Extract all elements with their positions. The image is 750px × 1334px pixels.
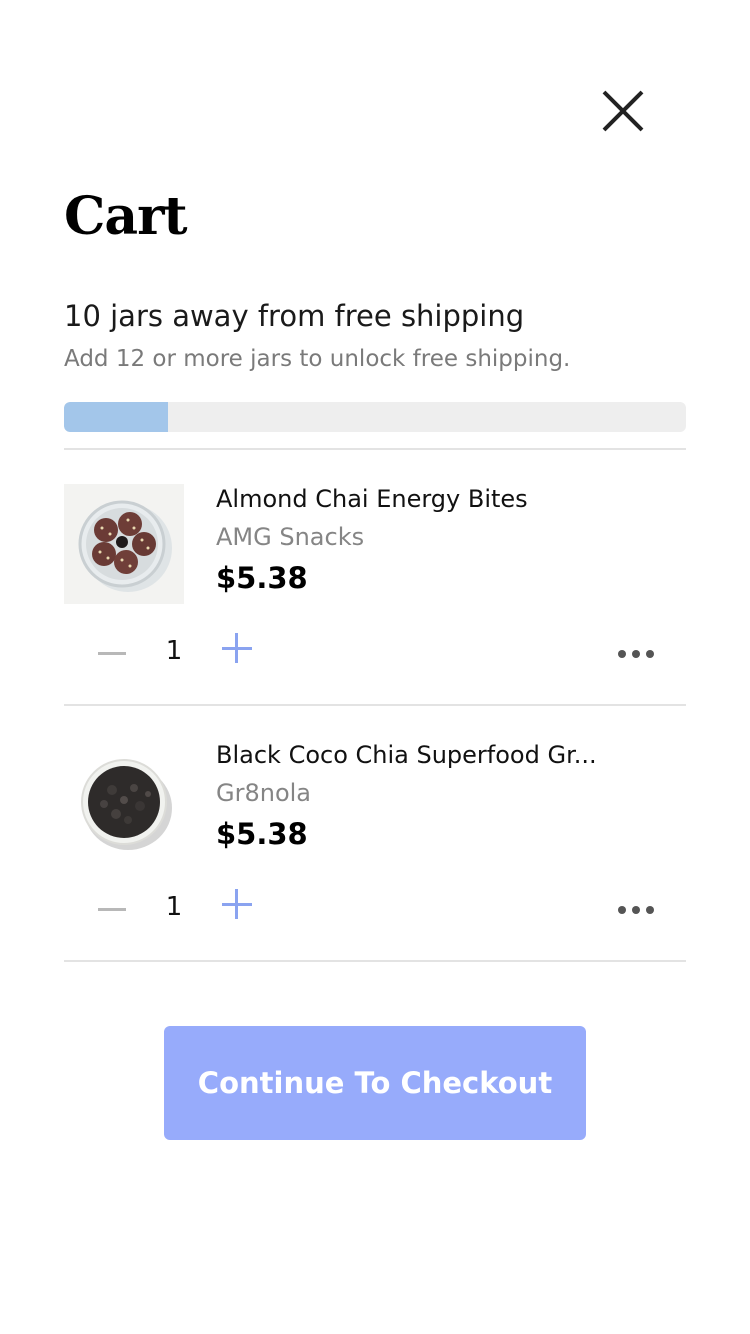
quantity-value: 1 [165,892,183,922]
product-image [64,740,184,860]
free-shipping-headline: 10 jars away from free shipping [64,299,525,333]
minus-icon [98,908,126,911]
product-price: $5.38 [216,561,308,595]
shipping-progress-fill [64,402,168,432]
product-name[interactable]: Black Coco Chia Superfood Gr... [216,741,597,769]
divider [64,960,686,962]
cart-drawer: Cart 10 jars away from free shipping Add… [0,0,750,1334]
granola-bowl-icon [64,740,184,860]
more-options-button[interactable] [616,894,656,924]
close-button[interactable] [598,86,650,138]
increase-quantity-button[interactable] [216,884,256,924]
more-dots-icon [618,906,626,914]
product-price: $5.38 [216,817,308,851]
cart-item: Black Coco Chia Superfood Gr... Gr8nola … [64,706,686,961]
close-icon [602,90,644,132]
product-brand: Gr8nola [216,779,312,807]
more-options-button[interactable] [616,638,656,668]
more-dots-icon [618,650,626,658]
increase-quantity-button[interactable] [216,628,256,668]
cart-item: Almond Chai Energy Bites AMG Snacks $5.3… [64,450,686,705]
page-title: Cart [64,186,187,247]
minus-icon [98,652,126,655]
product-image [64,484,184,604]
free-shipping-subtext: Add 12 or more jars to unlock free shipp… [64,346,571,372]
decrease-quantity-button[interactable] [92,638,132,668]
product-brand: AMG Snacks [216,523,365,551]
product-name[interactable]: Almond Chai Energy Bites [216,485,528,513]
decrease-quantity-button[interactable] [92,894,132,924]
quantity-value: 1 [165,636,183,666]
checkout-button[interactable]: Continue To Checkout [164,1026,586,1140]
shipping-progress-bar [64,402,686,432]
energy-bites-bowl-icon [64,484,184,604]
